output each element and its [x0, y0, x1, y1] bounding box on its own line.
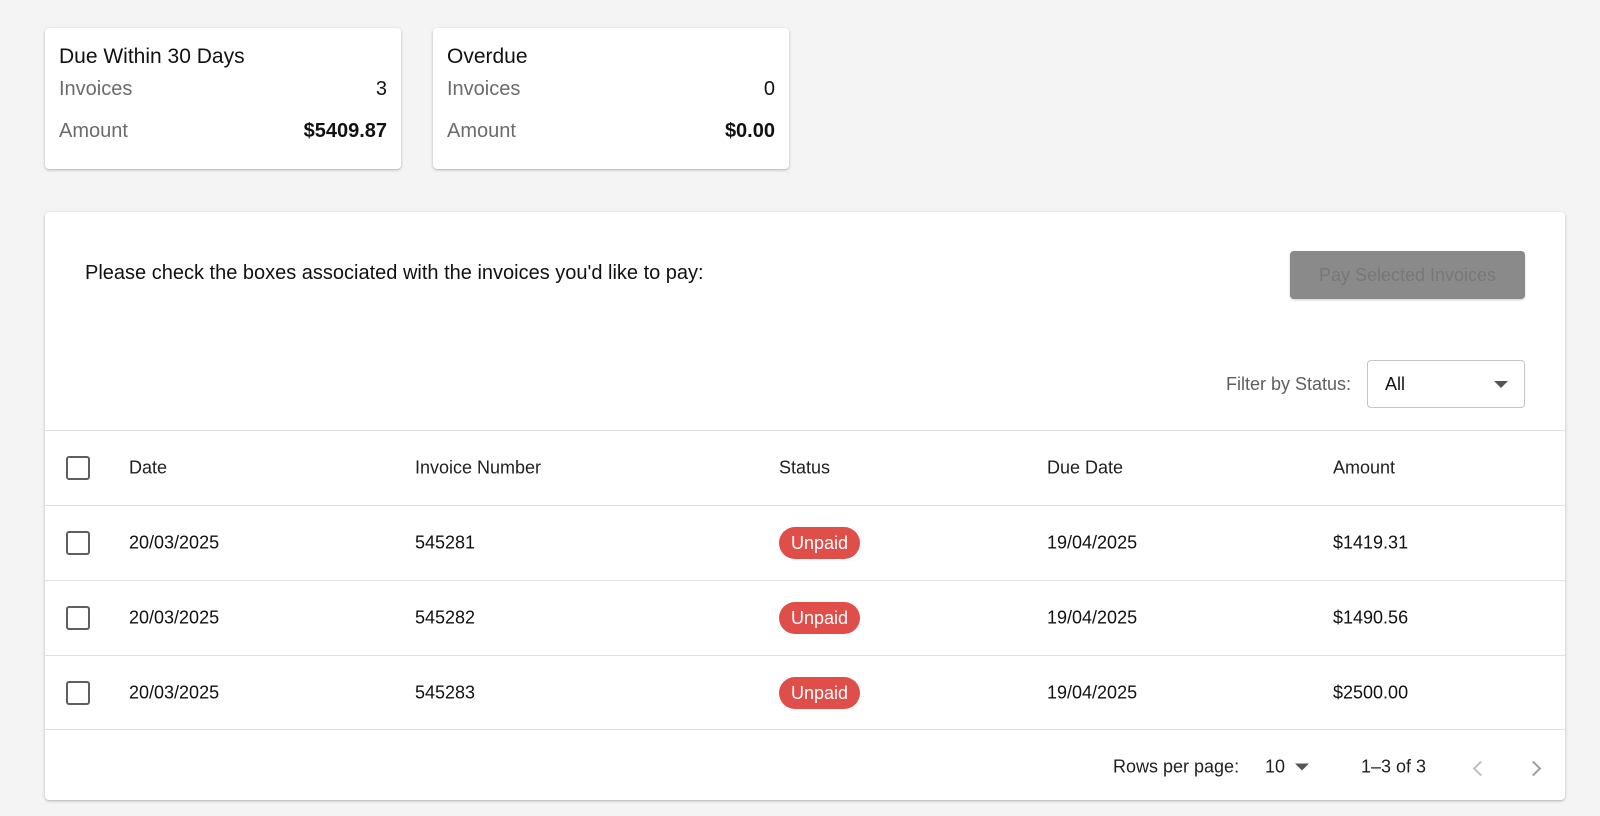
- row-checkbox-cell: [66, 531, 90, 555]
- cell-due-date: 19/04/2025: [1047, 532, 1138, 553]
- invoice-panel: Please check the boxes associated with t…: [45, 212, 1565, 800]
- chevron-down-icon: [1295, 763, 1310, 770]
- card-title: Due Within 30 Days: [59, 45, 245, 68]
- card-title: Overdue: [447, 45, 528, 68]
- table-row[interactable]: 20/03/2025 545282 Unpaid 19/04/2025 $149…: [45, 580, 1565, 655]
- cell-status: Unpaid: [779, 527, 861, 559]
- status-badge: Unpaid: [779, 527, 861, 559]
- invoice-table: Date Invoice Number Status Due Date Amou…: [45, 430, 1565, 730]
- status-filter-select[interactable]: All: [1367, 360, 1525, 408]
- table-row[interactable]: 20/03/2025 545281 Unpaid 19/04/2025 $141…: [45, 505, 1565, 580]
- cell-amount: $2500.00: [1333, 682, 1409, 702]
- card-amount-label: Amount: [447, 119, 516, 142]
- card-invoices-label: Invoices: [447, 77, 521, 100]
- next-page-button[interactable]: [1525, 754, 1542, 780]
- cell-invoice-number: 545283: [415, 682, 476, 702]
- rows-per-page-label: Rows per page:: [1113, 756, 1240, 776]
- previous-page-button[interactable]: [1472, 754, 1489, 780]
- card-amount-line: Amount $5409.87: [59, 116, 387, 146]
- table-row[interactable]: 20/03/2025 545283 Unpaid 19/04/2025 $250…: [45, 655, 1565, 730]
- header-checkbox-cell: [66, 456, 90, 480]
- card-amount-value: $5409.87: [303, 119, 387, 142]
- cell-date: 20/03/2025: [129, 682, 220, 702]
- cell-amount: $1490.56: [1333, 607, 1409, 628]
- select-all-checkbox[interactable]: [66, 456, 90, 480]
- header-amount[interactable]: Amount: [1333, 458, 1395, 479]
- pagination-range: 1–3 of 3: [1361, 756, 1427, 776]
- pay-selected-invoices-button[interactable]: Pay Selected Invoices: [1290, 251, 1525, 299]
- header-status[interactable]: Status: [779, 458, 830, 479]
- row-checkbox-cell: [66, 606, 90, 630]
- instructions-text: Please check the boxes associated with t…: [85, 262, 704, 284]
- card-invoices-count: 0: [763, 77, 775, 100]
- cell-date: 20/03/2025: [129, 532, 220, 553]
- rows-per-page-value: 10: [1265, 756, 1286, 776]
- cell-invoice-number: 545282: [415, 607, 476, 628]
- status-badge: Unpaid: [779, 676, 861, 709]
- overdue-card: Overdue Invoices 0 Amount $0.00: [433, 28, 789, 169]
- filter-selected-value: All: [1385, 373, 1406, 394]
- row-checkbox-cell: [66, 680, 90, 705]
- card-invoices-label: Invoices: [59, 77, 133, 100]
- cell-date: 20/03/2025: [129, 607, 220, 628]
- header-due-date[interactable]: Due Date: [1047, 458, 1123, 479]
- card-invoices-line: Invoices 0: [447, 74, 775, 104]
- cell-due-date: 19/04/2025: [1047, 682, 1138, 702]
- cell-amount: $1419.31: [1333, 532, 1409, 553]
- card-invoices-line: Invoices 3: [59, 74, 387, 104]
- header-date[interactable]: Date: [129, 458, 167, 479]
- status-filter: Filter by Status: All: [1226, 360, 1525, 408]
- card-invoices-count: 3: [375, 77, 387, 100]
- rows-per-page-select[interactable]: 10: [1265, 756, 1310, 777]
- chevron-right-icon: [1525, 760, 1542, 776]
- due-within-30-days-card: Due Within 30 Days Invoices 3 Amount $54…: [45, 28, 401, 169]
- status-badge: Unpaid: [779, 602, 861, 634]
- table-pagination: Rows per page: 10 1–3 of 3: [45, 733, 1565, 800]
- cell-status: Unpaid: [779, 676, 861, 709]
- filter-label: Filter by Status:: [1225, 373, 1351, 394]
- cell-invoice-number: 545281: [415, 532, 476, 553]
- table-header-row: Date Invoice Number Status Due Date Amou…: [45, 430, 1565, 505]
- header-invoice-number[interactable]: Invoice Number: [415, 458, 541, 479]
- chevron-down-icon: [1494, 380, 1508, 388]
- card-amount-label: Amount: [59, 119, 128, 142]
- row-checkbox[interactable]: [66, 531, 90, 555]
- card-amount-line: Amount $0.00: [447, 116, 775, 146]
- row-checkbox[interactable]: [66, 606, 90, 630]
- cell-due-date: 19/04/2025: [1047, 607, 1138, 628]
- row-checkbox[interactable]: [66, 680, 90, 705]
- card-amount-value: $0.00: [724, 119, 775, 142]
- summary-cards: Due Within 30 Days Invoices 3 Amount $54…: [45, 28, 789, 169]
- chevron-left-icon: [1472, 760, 1489, 776]
- cell-status: Unpaid: [779, 602, 861, 634]
